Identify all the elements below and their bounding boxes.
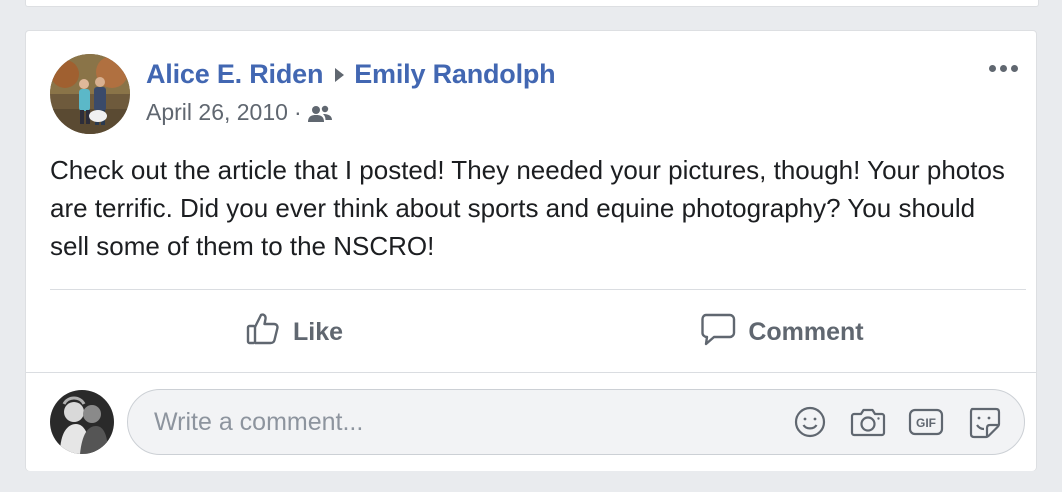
post-meta: April 26, 2010 · (146, 99, 332, 126)
camera-icon[interactable] (850, 404, 886, 440)
divider (50, 289, 1026, 290)
comment-input-box[interactable]: GIF (127, 389, 1025, 455)
post-header-names: Alice E. Riden Emily Randolph (146, 59, 556, 90)
shared-to-arrow-icon (335, 67, 345, 82)
thumbs-up-icon (245, 311, 281, 354)
gif-icon[interactable]: GIF (908, 404, 944, 440)
post-actions: Like Comment (50, 301, 1026, 363)
emoji-icon[interactable] (792, 404, 828, 440)
like-label: Like (292, 317, 344, 346)
comment-composer: GIF (26, 372, 1036, 471)
friends-icon[interactable] (307, 99, 332, 125)
meta-separator: · (293, 99, 302, 125)
author-name-link[interactable]: Alice E. Riden (146, 59, 323, 89)
comment-input-icons: GIF (792, 404, 1002, 440)
more-options-icon[interactable] (989, 65, 1018, 72)
author-avatar[interactable] (50, 54, 130, 134)
comment-button[interactable]: Comment (538, 301, 1026, 363)
sticker-icon[interactable] (966, 404, 1002, 440)
speech-bubble-icon (700, 311, 736, 354)
comment-input[interactable] (152, 406, 776, 438)
post-date-link[interactable]: April 26, 2010 (146, 99, 288, 125)
comment-label: Comment (748, 317, 864, 346)
previous-post-card (25, 0, 1039, 7)
svg-text:GIF: GIF (916, 416, 936, 430)
post-card: Alice E. Riden Emily Randolph April 26, 2… (25, 30, 1037, 471)
like-button[interactable]: Like (50, 301, 538, 363)
recipient-name-link[interactable]: Emily Randolph (354, 59, 555, 89)
current-user-avatar[interactable] (50, 390, 114, 454)
post-body-text: Check out the article that I posted! The… (50, 155, 1005, 261)
